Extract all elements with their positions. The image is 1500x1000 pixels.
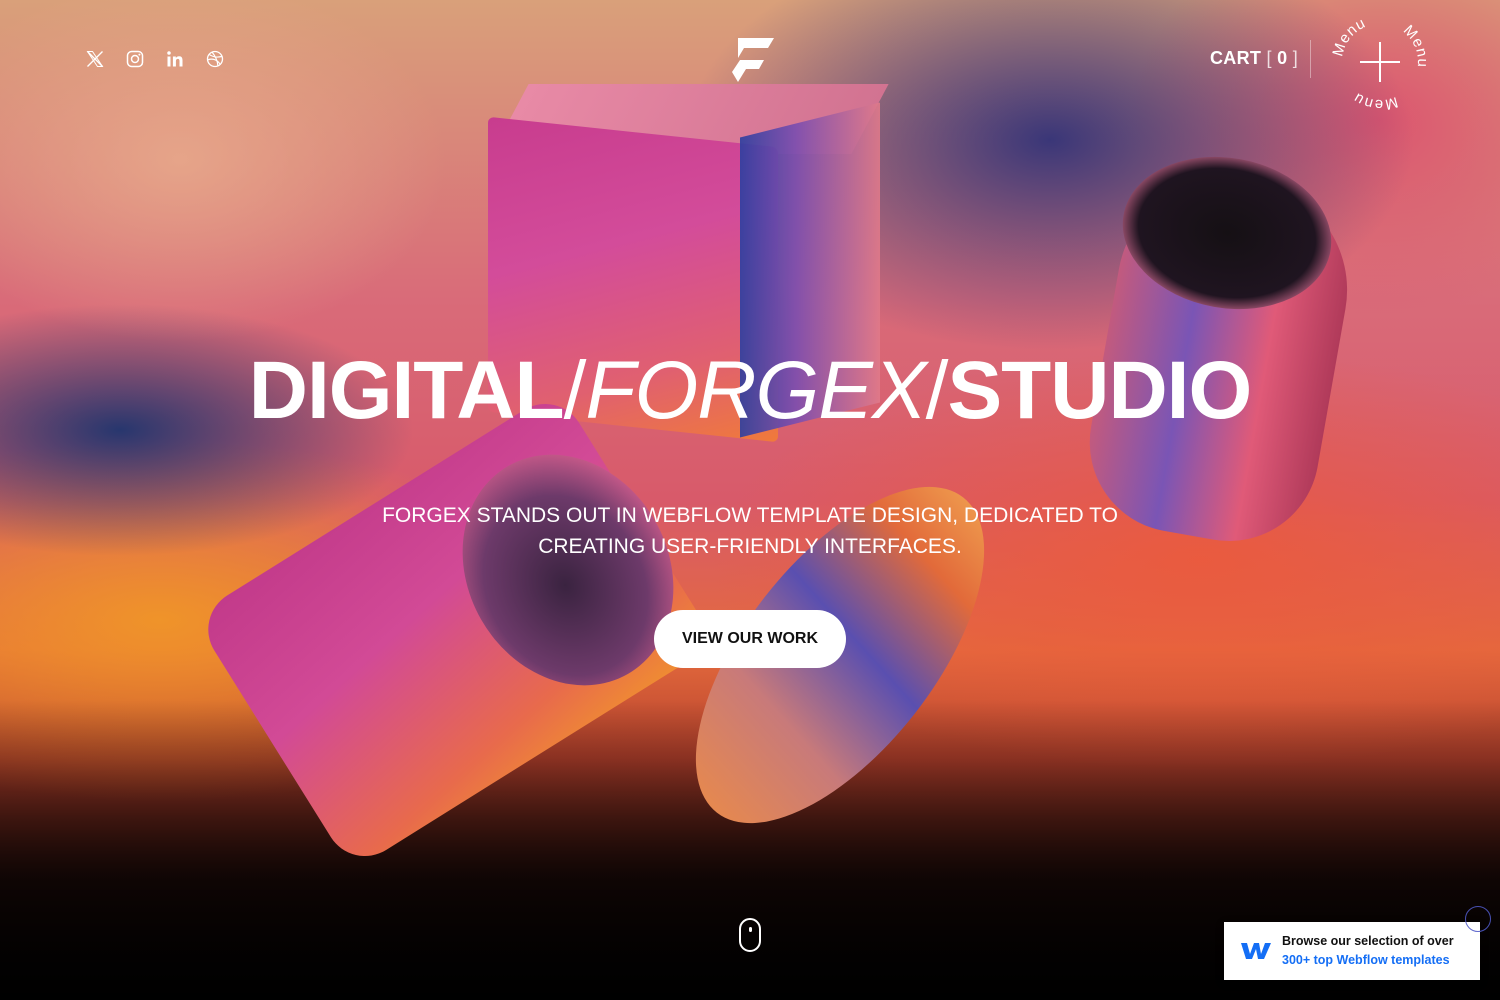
headline-studio: STUDIO bbox=[947, 345, 1252, 436]
menu-button[interactable]: Menu Menu Menu bbox=[1329, 12, 1430, 113]
headline-forgex: FORGEX bbox=[585, 345, 926, 436]
plus-icon bbox=[1360, 42, 1400, 82]
header-divider bbox=[1310, 40, 1311, 78]
cart-open-bracket: [ bbox=[1266, 48, 1272, 68]
headline-slash-1: / bbox=[563, 345, 587, 436]
svg-text:Menu: Menu bbox=[1350, 89, 1400, 112]
instagram-icon[interactable] bbox=[124, 48, 146, 70]
social-links bbox=[84, 48, 226, 70]
headline-slash-2: / bbox=[925, 345, 949, 436]
badge-close-circle[interactable] bbox=[1465, 906, 1491, 932]
hero-headline: DIGITAL/FORGEX/STUDIO bbox=[0, 345, 1500, 437]
webflow-logo-icon bbox=[1241, 943, 1271, 959]
menu-label-1: Menu bbox=[1329, 14, 1367, 58]
x-icon[interactable] bbox=[84, 48, 106, 70]
scroll-mouse-icon[interactable] bbox=[739, 918, 761, 952]
menu-label-2: Menu bbox=[1400, 22, 1430, 68]
svg-text:Menu: Menu bbox=[1400, 22, 1430, 68]
svg-text:Menu: Menu bbox=[1330, 14, 1369, 58]
dribbble-icon[interactable] bbox=[204, 48, 226, 70]
cart-close-bracket: ] bbox=[1292, 48, 1299, 68]
cart-count: 0 bbox=[1277, 48, 1288, 68]
badge-line-1: Browse our selection of over bbox=[1282, 934, 1454, 948]
badge-line-2: 300+ top Webflow templates bbox=[1282, 953, 1450, 967]
hero-subtext: FORGEX STANDS OUT IN WEBFLOW TEMPLATE DE… bbox=[382, 504, 1118, 558]
view-our-work-button[interactable]: VIEW OUR WORK bbox=[654, 610, 846, 668]
forgex-logo[interactable] bbox=[724, 32, 778, 86]
headline-digital: DIGITAL bbox=[248, 345, 565, 436]
cart-label: CART bbox=[1210, 48, 1262, 68]
cart-link[interactable]: CART [ 0 ] bbox=[1210, 48, 1298, 69]
webflow-templates-badge[interactable]: Browse our selection of over 300+ top We… bbox=[1224, 922, 1480, 980]
linkedin-icon[interactable] bbox=[164, 48, 186, 70]
badge-text: Browse our selection of over 300+ top We… bbox=[1282, 932, 1454, 970]
menu-label-3: Menu bbox=[1350, 89, 1399, 113]
scroll-mouse-dot bbox=[749, 927, 752, 932]
